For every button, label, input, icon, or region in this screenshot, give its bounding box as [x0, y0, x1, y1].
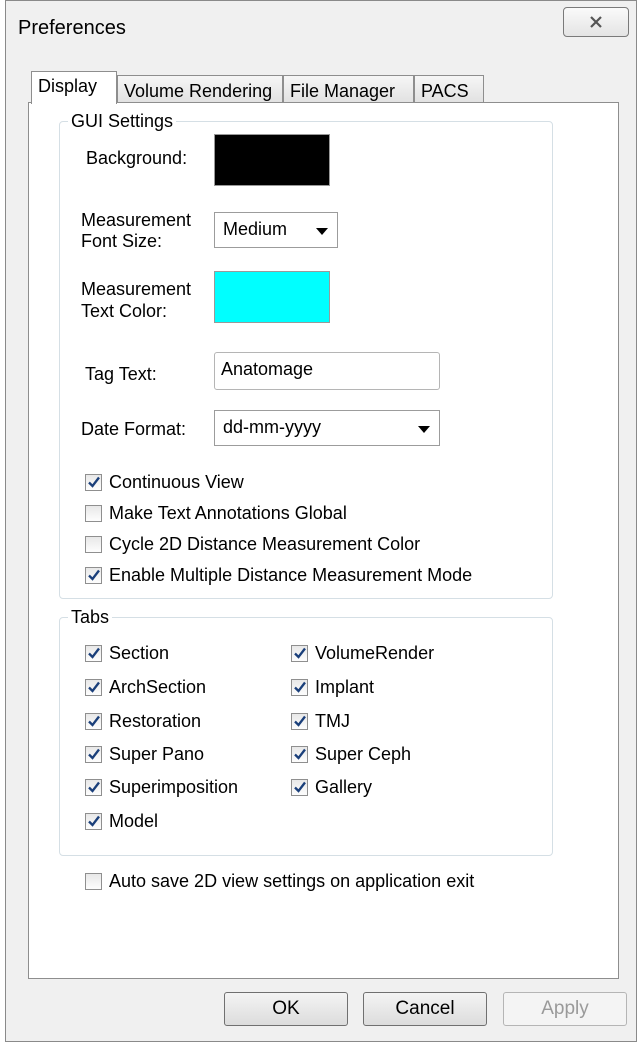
text-color-label-line2: Text Color: [81, 301, 168, 321]
checkbox-box [85, 567, 102, 584]
checkbox-box [291, 645, 308, 662]
ok-button[interactable]: OK [224, 992, 348, 1026]
multiple-distance-checkbox[interactable]: Enable Multiple Distance Measurement Mod… [85, 565, 472, 586]
tab-super-pano-label: Super Pano [109, 744, 205, 764]
tab-tmj-label: TMJ [315, 711, 350, 731]
tag-text-value: Anatomage [221, 359, 314, 379]
global-annotations-label: Make Text Annotations Global [109, 503, 347, 523]
tab-tmj-checkbox[interactable]: TMJ [291, 711, 350, 732]
checkbox-box [85, 713, 102, 730]
checkmark-icon [294, 681, 306, 693]
checkbox-box [85, 474, 102, 491]
tab-volumerender-label: VolumeRender [315, 643, 435, 663]
close-button[interactable] [563, 7, 629, 37]
chevron-down-icon [418, 426, 430, 433]
checkbox-box [291, 679, 308, 696]
tab-gallery-label: Gallery [315, 777, 373, 797]
date-format-select[interactable]: dd-mm-yyyy [214, 410, 440, 446]
tag-text-label: Tag Text: [85, 364, 157, 384]
preferences-dialog: Preferences Display Volume Rendering Fil… [5, 0, 637, 1042]
checkbox-box [291, 746, 308, 763]
tab-restoration-label: Restoration [109, 711, 202, 731]
tab-gallery-checkbox[interactable]: Gallery [291, 777, 372, 798]
checkbox-box [85, 813, 102, 830]
continuous-view-checkbox[interactable]: Continuous View [85, 472, 244, 493]
checkmark-icon [294, 647, 306, 659]
cancel-button[interactable]: Cancel [363, 992, 487, 1026]
dialog-title: Preferences [18, 17, 126, 39]
continuous-view-label: Continuous View [109, 472, 244, 492]
apply-button[interactable]: Apply [503, 992, 627, 1026]
tab-model-label: Model [109, 811, 159, 831]
checkbox-box [85, 536, 102, 553]
close-icon [590, 16, 602, 28]
background-label: Background: [86, 148, 188, 168]
checkmark-icon [88, 476, 100, 488]
checkbox-box [85, 645, 102, 662]
checkmark-icon [88, 781, 100, 793]
tab-archsection-checkbox[interactable]: ArchSection [85, 677, 206, 698]
checkbox-box [85, 746, 102, 763]
tab-super-ceph-label: Super Ceph [315, 744, 412, 764]
tab-implant-checkbox[interactable]: Implant [291, 677, 374, 698]
checkbox-box [85, 873, 102, 890]
tag-text-input[interactable]: Anatomage [214, 352, 440, 390]
gui-settings-legend: GUI Settings [71, 111, 174, 131]
tab-super-ceph-checkbox[interactable]: Super Ceph [291, 744, 411, 765]
cycle-color-checkbox[interactable]: Cycle 2D Distance Measurement Color [85, 534, 420, 555]
tab-volume-rendering[interactable]: Volume Rendering [117, 75, 283, 103]
autosave-label: Auto save 2D view settings on applicatio… [109, 871, 475, 891]
tab-file-manager[interactable]: File Manager [283, 75, 414, 103]
tab-restoration-checkbox[interactable]: Restoration [85, 711, 201, 732]
checkmark-icon [88, 647, 100, 659]
cycle-color-label: Cycle 2D Distance Measurement Color [109, 534, 421, 554]
tab-implant-label: Implant [315, 677, 375, 697]
checkmark-icon [88, 748, 100, 760]
checkbox-box [291, 779, 308, 796]
checkmark-icon [294, 748, 306, 760]
title-bar: Preferences [6, 1, 636, 57]
tab-super-pano-checkbox[interactable]: Super Pano [85, 744, 204, 765]
font-size-label-line1: Measurement [81, 210, 192, 230]
tab-pacs[interactable]: PACS [414, 75, 484, 103]
text-color-label-line1: Measurement [81, 279, 192, 299]
tab-section-label: Section [109, 643, 170, 663]
tab-display[interactable]: Display [31, 71, 117, 104]
checkmark-icon [88, 569, 100, 581]
checkbox-box [85, 779, 102, 796]
font-size-value: Medium [223, 219, 288, 239]
global-annotations-checkbox[interactable]: Make Text Annotations Global [85, 503, 347, 524]
date-format-value: dd-mm-yyyy [223, 417, 321, 437]
checkmark-icon [88, 815, 100, 827]
checkmark-icon [294, 781, 306, 793]
tab-section-checkbox[interactable]: Section [85, 643, 169, 664]
checkmark-icon [294, 715, 306, 727]
tab-superimposition-label: Superimposition [109, 777, 239, 797]
tab-volumerender-checkbox[interactable]: VolumeRender [291, 643, 434, 664]
checkmark-icon [88, 715, 100, 727]
autosave-checkbox[interactable]: Auto save 2D view settings on applicatio… [85, 871, 474, 892]
chevron-down-icon [316, 228, 328, 235]
text-color-swatch[interactable] [214, 271, 330, 323]
background-color-swatch[interactable] [214, 134, 330, 186]
checkbox-box [291, 713, 308, 730]
checkbox-box [85, 679, 102, 696]
font-size-select[interactable]: Medium [214, 212, 338, 248]
font-size-label-line2: Font Size: [81, 231, 163, 251]
checkbox-box [85, 505, 102, 522]
tab-model-checkbox[interactable]: Model [85, 811, 158, 832]
date-format-label: Date Format: [81, 419, 187, 439]
checkmark-icon [88, 681, 100, 693]
tab-archsection-label: ArchSection [109, 677, 207, 697]
display-panel: GUI Settings Background: Measurement Fon… [28, 102, 619, 979]
multiple-distance-label: Enable Multiple Distance Measurement Mod… [109, 565, 473, 585]
tab-superimposition-checkbox[interactable]: Superimposition [85, 777, 238, 798]
tabs-legend: Tabs [71, 607, 110, 627]
